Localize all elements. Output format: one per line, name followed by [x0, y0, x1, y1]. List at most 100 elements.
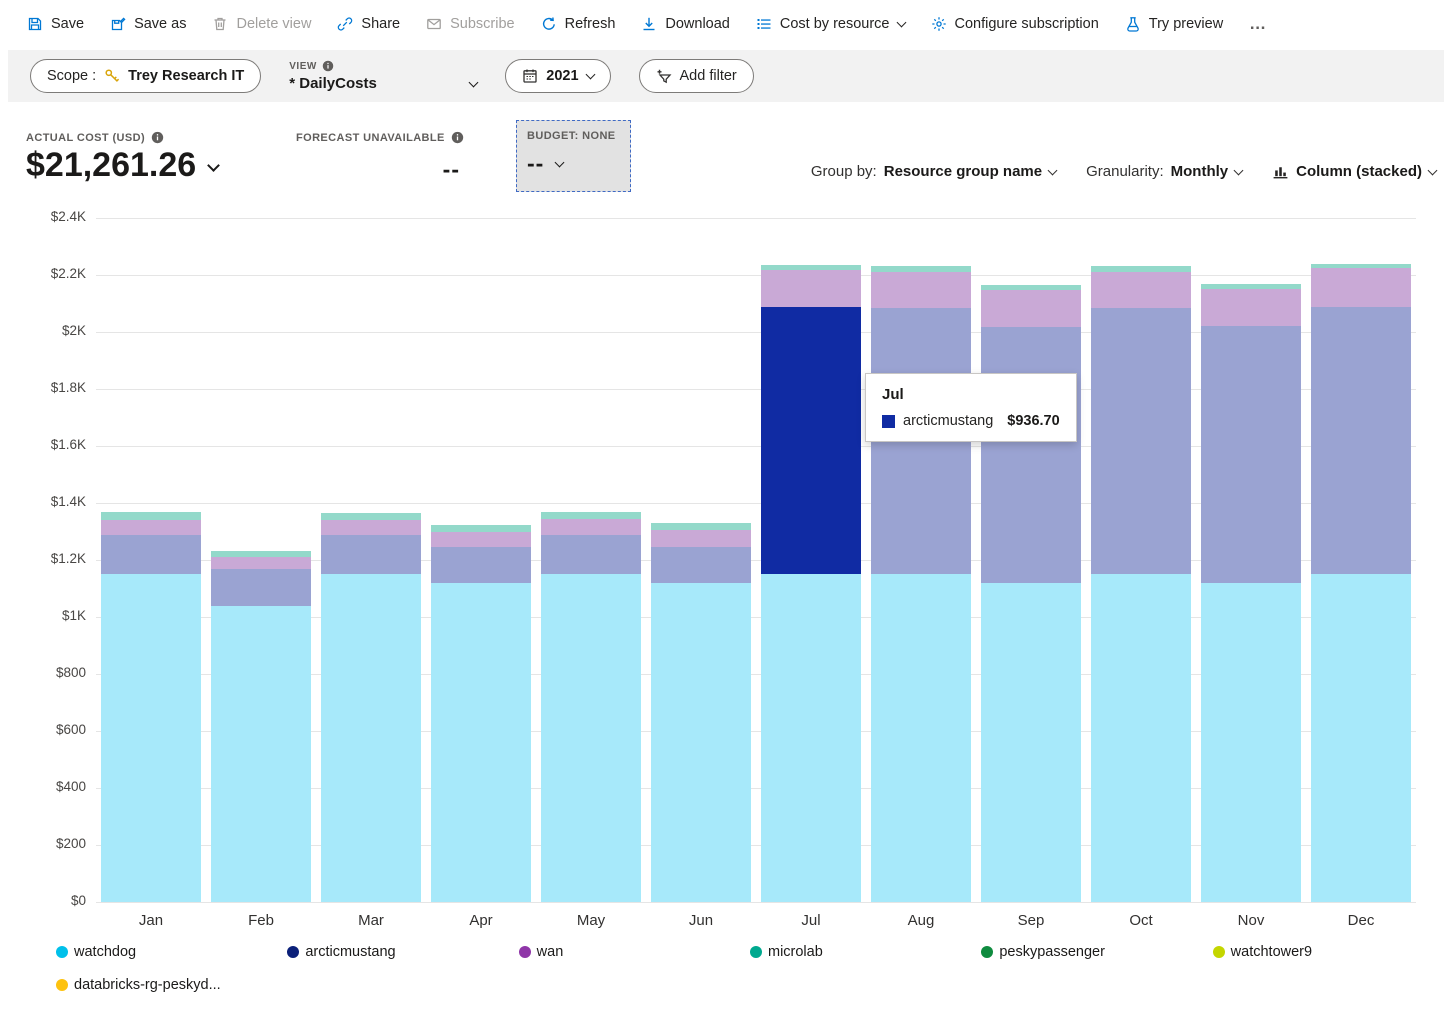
view-selector[interactable]: VIEW * DailyCosts [289, 60, 479, 92]
bar-nov[interactable] [1201, 284, 1301, 902]
bar-segment-arcticmustang[interactable] [981, 326, 1081, 583]
bar-slot [976, 218, 1086, 902]
actual-cost-value: $21,261.26 [26, 146, 197, 184]
share-button[interactable]: Share [324, 0, 413, 48]
group-by-dropdown[interactable]: Group by: Resource group name [811, 163, 1058, 180]
bar-dec[interactable] [1311, 263, 1411, 902]
bar-aug[interactable] [871, 265, 971, 902]
bar-segment-arcticmustang[interactable] [761, 307, 861, 575]
bar-segment-microlab[interactable] [101, 512, 201, 521]
legend-label: watchdog [74, 944, 137, 960]
bar-segment-wan[interactable] [1091, 271, 1191, 309]
legend-item[interactable]: microlab [749, 944, 981, 960]
configure-subscription-button[interactable]: Configure subscription [918, 0, 1112, 48]
legend-label: watchtower9 [1230, 944, 1313, 960]
legend-item[interactable]: peskypassenger [981, 944, 1212, 960]
add-filter-icon [656, 68, 672, 84]
bar-segment-wan[interactable] [871, 271, 971, 309]
bar-segment-watchdog[interactable] [541, 574, 641, 902]
view-caption: VIEW [289, 60, 477, 72]
bar-segment-arcticmustang[interactable] [1311, 306, 1411, 575]
more-commands-button[interactable]: … [1236, 0, 1280, 48]
bar-segment-microlab[interactable] [321, 512, 421, 521]
bar-segment-wan[interactable] [431, 531, 531, 548]
x-axis-label: Oct [1129, 912, 1153, 929]
bar-segment-wan[interactable] [211, 557, 311, 569]
bar-segment-arcticmustang[interactable] [651, 547, 751, 583]
info-icon[interactable] [151, 131, 164, 144]
forecast-value: -- [442, 156, 460, 182]
add-filter-label: Add filter [679, 68, 737, 84]
bar-may[interactable] [541, 512, 641, 902]
bar-segment-watchdog[interactable] [431, 582, 531, 902]
bar-segment-arcticmustang[interactable] [431, 547, 531, 583]
bar-segment-watchdog[interactable] [211, 605, 311, 902]
bar-segment-watchdog[interactable] [1201, 582, 1301, 902]
bar-oct[interactable] [1091, 265, 1191, 902]
list-icon [756, 16, 772, 32]
date-range-picker[interactable]: 2021 [505, 59, 611, 93]
legend-item[interactable]: arcticmustang [287, 944, 518, 960]
bar-segment-microlab[interactable] [541, 512, 641, 520]
bar-jul[interactable] [761, 265, 861, 902]
bar-segment-watchdog[interactable] [981, 582, 1081, 902]
bar-segment-arcticmustang[interactable] [101, 535, 201, 575]
legend-item[interactable]: watchdog [56, 944, 287, 960]
bar-segment-wan[interactable] [101, 520, 201, 536]
bar-segment-wan[interactable] [1201, 289, 1301, 327]
bar-segment-wan[interactable] [321, 520, 421, 536]
bar-segment-watchdog[interactable] [101, 574, 201, 902]
bar-segment-wan[interactable] [981, 289, 1081, 327]
legend-item[interactable]: databricks-rg-peskyd... [56, 977, 287, 993]
x-axis-label: Jun [688, 912, 714, 929]
scope-picker[interactable]: Scope : Trey Research IT [30, 59, 262, 93]
bar-segment-arcticmustang[interactable] [1201, 326, 1301, 583]
granularity-dropdown[interactable]: Granularity: Monthly [1086, 163, 1244, 180]
legend-label: microlab [767, 944, 823, 960]
budget-dropdown[interactable]: -- [527, 150, 620, 177]
x-axis-slot: Dec [1306, 912, 1416, 929]
bar-segment-watchdog[interactable] [761, 574, 861, 902]
info-icon[interactable] [451, 131, 464, 144]
bar-segment-arcticmustang[interactable] [321, 535, 421, 575]
granularity-value: Monthly [1170, 163, 1229, 180]
bar-jan[interactable] [101, 512, 201, 902]
chart-type-dropdown[interactable]: Column (stacked) [1272, 163, 1438, 180]
bar-segment-watchdog[interactable] [321, 574, 421, 902]
column-chart-icon [1272, 163, 1289, 180]
bar-segment-wan[interactable] [761, 270, 861, 308]
try-preview-button[interactable]: Try preview [1112, 0, 1236, 48]
bar-segment-watchdog[interactable] [1091, 574, 1191, 902]
share-icon [337, 16, 353, 32]
bar-segment-arcticmustang[interactable] [541, 534, 641, 575]
budget-kpi[interactable]: BUDGET: NONE -- [516, 120, 631, 192]
bar-segment-arcticmustang[interactable] [1091, 308, 1191, 575]
forecast-kpi: FORECAST UNAVAILABLE -- [296, 131, 466, 183]
refresh-button[interactable]: Refresh [528, 0, 629, 48]
x-axis-label: Apr [469, 912, 493, 929]
actual-cost-dropdown[interactable]: $21,261.26 [26, 146, 221, 185]
bar-segment-wan[interactable] [651, 530, 751, 548]
cost-by-resource-button[interactable]: Cost by resource [743, 0, 918, 48]
save-button[interactable]: Save [14, 0, 97, 48]
legend-item[interactable]: wan [518, 944, 750, 960]
bar-segment-watchdog[interactable] [651, 582, 751, 902]
bar-apr[interactable] [431, 524, 531, 902]
save-as-button[interactable]: Save as [97, 0, 199, 48]
bar-jun[interactable] [651, 522, 751, 902]
bar-segment-microlab[interactable] [651, 522, 751, 531]
bar-segment-wan[interactable] [1311, 267, 1411, 307]
download-button[interactable]: Download [628, 0, 743, 48]
chevron-down-icon [207, 159, 221, 172]
subscribe-button: Subscribe [413, 0, 527, 48]
legend-item[interactable]: watchtower9 [1212, 944, 1444, 960]
bar-segment-arcticmustang[interactable] [211, 568, 311, 606]
legend-label: wan [536, 944, 564, 960]
y-axis: $0 $200 $400 $600 $800 $1K $1.2K $1.4K $1.6K $1.8… [0, 209, 86, 908]
bar-segment-watchdog[interactable] [1311, 574, 1411, 902]
bar-segment-wan[interactable] [541, 519, 641, 535]
bar-segment-watchdog[interactable] [871, 574, 971, 902]
bar-feb[interactable] [211, 550, 311, 902]
bar-mar[interactable] [321, 512, 421, 902]
add-filter-button[interactable]: Add filter [638, 59, 754, 93]
